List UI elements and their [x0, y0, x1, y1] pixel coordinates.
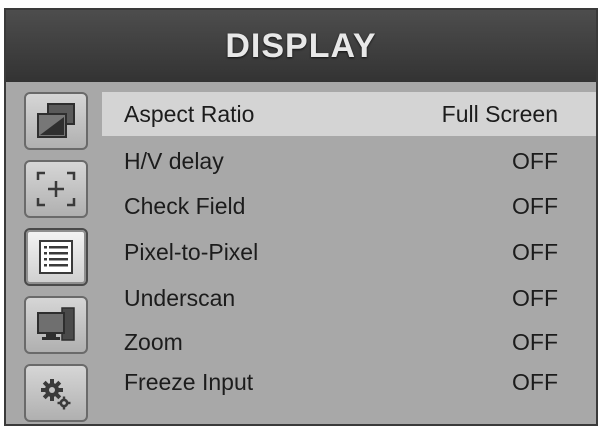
menu-item-label: Aspect Ratio [124, 100, 255, 127]
menu-item-label: Check Field [124, 192, 246, 219]
sidebar-item-display[interactable] [24, 228, 88, 286]
osd-header: DISPLAY [6, 10, 596, 82]
list-menu-icon [39, 240, 73, 274]
menu-item-freeze-input[interactable]: Freeze Input OFF [102, 360, 596, 404]
page-title: DISPLAY [225, 26, 377, 65]
crosshair-marker-icon [36, 171, 76, 207]
monitor-icon [37, 307, 75, 341]
sidebar-item-settings[interactable] [24, 364, 88, 422]
menu-item-label: H/V delay [124, 147, 224, 174]
menu-list: Aspect Ratio Full Screen H/V delay OFF C… [102, 92, 596, 422]
menu-item-hv-delay[interactable]: H/V delay OFF [102, 139, 596, 183]
menu-item-label: Zoom [124, 328, 183, 355]
sidebar-item-marker[interactable] [24, 160, 88, 218]
menu-item-value: OFF [512, 238, 558, 265]
menu-item-zoom[interactable]: Zoom OFF [102, 320, 596, 364]
menu-item-label: Underscan [124, 284, 236, 311]
menu-item-pixel-to-pixel[interactable]: Pixel-to-Pixel OFF [102, 230, 596, 274]
menu-item-value: OFF [512, 368, 558, 395]
menu-item-value: OFF [512, 192, 558, 219]
menu-item-aspect-ratio[interactable]: Aspect Ratio Full Screen [102, 92, 596, 136]
menu-item-value: Full Screen [441, 100, 558, 127]
sidebar-item-picture[interactable] [24, 92, 88, 150]
picture-icon [37, 103, 75, 138]
sidebar [16, 92, 96, 426]
sidebar-item-system[interactable] [24, 296, 88, 354]
menu-item-underscan[interactable]: Underscan OFF [102, 276, 596, 320]
menu-item-value: OFF [512, 284, 558, 311]
menu-item-value: OFF [512, 328, 558, 355]
gear-icon [41, 379, 71, 410]
menu-item-label: Freeze Input [124, 368, 254, 395]
menu-item-label: Pixel-to-Pixel [124, 238, 259, 265]
menu-item-value: OFF [512, 147, 558, 174]
osd-panel: DISPLAY Aspect Ratio Full Screen H/V del… [4, 8, 598, 426]
menu-item-check-field[interactable]: Check Field OFF [102, 184, 596, 228]
